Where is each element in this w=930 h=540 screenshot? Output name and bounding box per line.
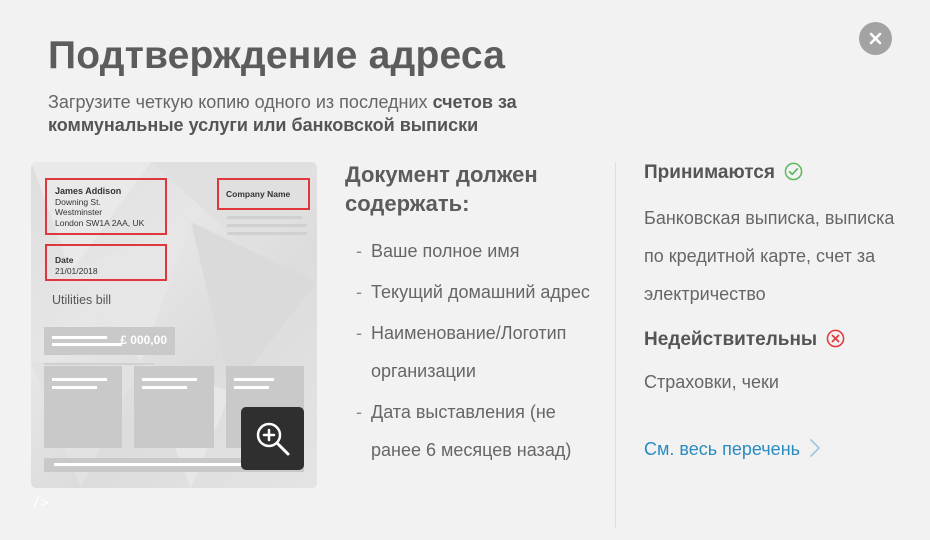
placeholder-line — [44, 363, 154, 365]
sender-name: James Addison — [55, 186, 122, 196]
invalid-heading-text: Недействительны — [644, 329, 818, 350]
page-subtitle: Загрузите четкую копию одного из последн… — [48, 91, 608, 137]
zoom-in-icon — [256, 422, 290, 456]
requirements-list: Ваше полное имя Текущий домашний адрес Н… — [356, 232, 601, 472]
sender-address-highlight: James Addison Downing St. Westminster Lo… — [45, 178, 167, 235]
accepted-documents-text: Банковская выписка, выписка по кредитной… — [644, 208, 895, 304]
list-item: Ваше полное имя — [356, 232, 601, 270]
close-icon — [869, 32, 882, 45]
amount-value: £ 000,00 — [120, 333, 167, 347]
list-item: Наименование/Логотип организации — [356, 314, 601, 390]
requirements-heading: Документ должен содержать: — [345, 162, 538, 216]
bill-detail-block — [44, 366, 122, 448]
accepted-heading-text: Принимаются — [644, 162, 775, 183]
column-divider — [615, 162, 616, 528]
list-item: Текущий домашний адрес — [356, 273, 601, 311]
page-title: Подтверждение адреса — [48, 34, 506, 77]
zoom-button[interactable] — [241, 407, 304, 470]
sample-bill-preview: James Addison Downing St. Westminster Lo… — [31, 162, 317, 488]
placeholder-line — [227, 232, 307, 235]
date-label: Date — [55, 255, 74, 265]
date-value: 21/01/2018 — [55, 266, 98, 276]
close-button[interactable] — [859, 22, 892, 55]
placeholder-line — [227, 216, 302, 219]
invalid-documents-text: Страховки, чеки — [644, 372, 779, 392]
placeholder-line — [227, 224, 307, 227]
accepted-heading: Принимаются — [644, 162, 803, 184]
document-type-label: Utilities bill — [52, 293, 112, 307]
invalid-heading: Недействительны — [644, 329, 845, 351]
list-item: Дата выставления (не ранее 6 месяцев наз… — [356, 393, 601, 469]
code-icon: /> — [32, 495, 49, 511]
amount-box: £ 000,00 — [44, 327, 175, 355]
subtitle-text: Загрузите четкую копию одного из последн… — [48, 92, 433, 112]
chevron-right-icon — [810, 439, 820, 457]
sender-address-line: Downing St. — [55, 196, 101, 207]
company-name: Company Name — [226, 189, 291, 199]
see-all-label: См. весь перечень — [644, 439, 801, 459]
check-circle-icon — [784, 162, 803, 181]
x-circle-icon — [827, 329, 845, 348]
see-all-link[interactable]: См. весь перечень — [644, 438, 821, 460]
sender-address-line: London SW1A 2AA, UK — [55, 217, 145, 228]
company-name-highlight: Company Name — [217, 178, 310, 210]
date-highlight: Date 21/01/2018 — [45, 244, 167, 281]
sender-address-line: Westminster — [55, 207, 103, 217]
bill-detail-block — [134, 366, 214, 448]
